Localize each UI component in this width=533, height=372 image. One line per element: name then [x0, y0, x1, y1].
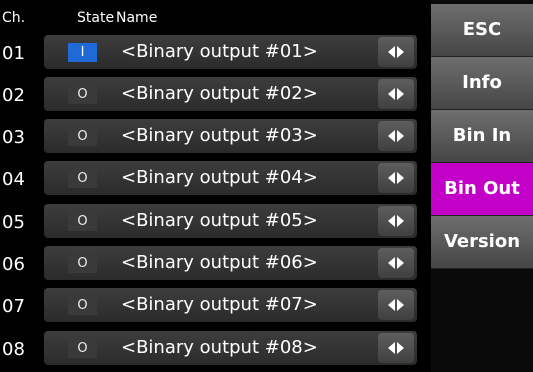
arrow-left-icon — [388, 342, 395, 354]
left-right-arrows-icon[interactable] — [378, 79, 414, 109]
arrow-left-icon — [388, 46, 395, 58]
channel-bar[interactable]: I <Binary output #01> — [44, 35, 417, 69]
channel-bar[interactable]: O <Binary output #02> — [44, 77, 417, 111]
menu-version-button[interactable]: Version — [431, 216, 533, 269]
channel-number: 07 — [2, 296, 25, 317]
channel-name: <Binary output #01> — [121, 41, 318, 62]
channel-number: 04 — [2, 169, 25, 190]
state-toggle[interactable]: O — [68, 212, 97, 231]
header-state: State — [77, 10, 115, 26]
arrow-left-icon — [388, 299, 395, 311]
channel-row[interactable]: 05 O <Binary output #05> — [0, 200, 430, 242]
arrow-right-icon — [397, 299, 404, 311]
channel-bar[interactable]: O <Binary output #08> — [44, 331, 417, 365]
channel-row[interactable]: 07 O <Binary output #07> — [0, 284, 430, 326]
header-name: Name — [116, 10, 158, 26]
arrow-left-icon — [388, 172, 395, 184]
state-toggle[interactable]: O — [68, 127, 97, 146]
header-ch: Ch. — [2, 10, 26, 26]
arrow-right-icon — [397, 130, 404, 142]
left-right-arrows-icon[interactable] — [378, 333, 414, 363]
menu-info-button[interactable]: Info — [431, 57, 533, 110]
state-toggle[interactable]: O — [68, 296, 97, 315]
arrow-left-icon — [388, 88, 395, 100]
channel-row[interactable]: 08 O <Binary output #08> — [0, 327, 430, 369]
left-right-arrows-icon[interactable] — [378, 163, 414, 193]
left-right-arrows-icon[interactable] — [378, 37, 414, 67]
channel-bar[interactable]: O <Binary output #03> — [44, 119, 417, 153]
channel-name: <Binary output #03> — [121, 125, 318, 146]
arrow-right-icon — [397, 215, 404, 227]
arrow-left-icon — [388, 215, 395, 227]
arrow-left-icon — [388, 257, 395, 269]
left-right-arrows-icon[interactable] — [378, 290, 414, 320]
left-right-arrows-icon[interactable] — [378, 248, 414, 278]
channel-bar[interactable]: O <Binary output #07> — [44, 288, 417, 322]
side-menu: ESC Info Bin In Bin Out Version — [431, 0, 533, 372]
state-toggle[interactable]: O — [68, 339, 97, 358]
channel-bar[interactable]: O <Binary output #04> — [44, 161, 417, 195]
channel-number: 03 — [2, 127, 25, 148]
channel-bar[interactable]: O <Binary output #06> — [44, 246, 417, 280]
left-right-arrows-icon[interactable] — [378, 206, 414, 236]
channel-name: <Binary output #02> — [121, 83, 318, 104]
state-toggle[interactable]: I — [68, 43, 97, 62]
channel-name: <Binary output #07> — [121, 294, 318, 315]
channel-row[interactable]: 01 I <Binary output #01> — [0, 31, 430, 73]
arrow-right-icon — [397, 257, 404, 269]
channel-number: 02 — [2, 85, 25, 106]
channel-name: <Binary output #04> — [121, 167, 318, 188]
left-right-arrows-icon[interactable] — [378, 121, 414, 151]
channel-row[interactable]: 04 O <Binary output #04> — [0, 157, 430, 199]
channel-name: <Binary output #05> — [121, 210, 318, 231]
channel-number: 01 — [2, 43, 25, 64]
channel-row[interactable]: 02 O <Binary output #02> — [0, 73, 430, 115]
channel-number: 05 — [2, 212, 25, 233]
table-header: Ch. State Name — [0, 0, 430, 31]
channel-number: 08 — [2, 339, 25, 360]
channel-name: <Binary output #08> — [121, 337, 318, 358]
arrow-left-icon — [388, 130, 395, 142]
arrow-right-icon — [397, 172, 404, 184]
arrow-right-icon — [397, 88, 404, 100]
menu-bin-out-button[interactable]: Bin Out — [431, 163, 533, 216]
channel-bar[interactable]: O <Binary output #05> — [44, 204, 417, 238]
state-toggle[interactable]: O — [68, 169, 97, 188]
state-toggle[interactable]: O — [68, 85, 97, 104]
channel-name: <Binary output #06> — [121, 252, 318, 273]
menu-esc-button[interactable]: ESC — [431, 4, 533, 57]
state-toggle[interactable]: O — [68, 254, 97, 273]
channel-row[interactable]: 03 O <Binary output #03> — [0, 115, 430, 157]
menu-bin-in-button[interactable]: Bin In — [431, 110, 533, 163]
channel-number: 06 — [2, 254, 25, 275]
arrow-right-icon — [397, 46, 404, 58]
arrow-right-icon — [397, 342, 404, 354]
channel-row[interactable]: 06 O <Binary output #06> — [0, 242, 430, 284]
